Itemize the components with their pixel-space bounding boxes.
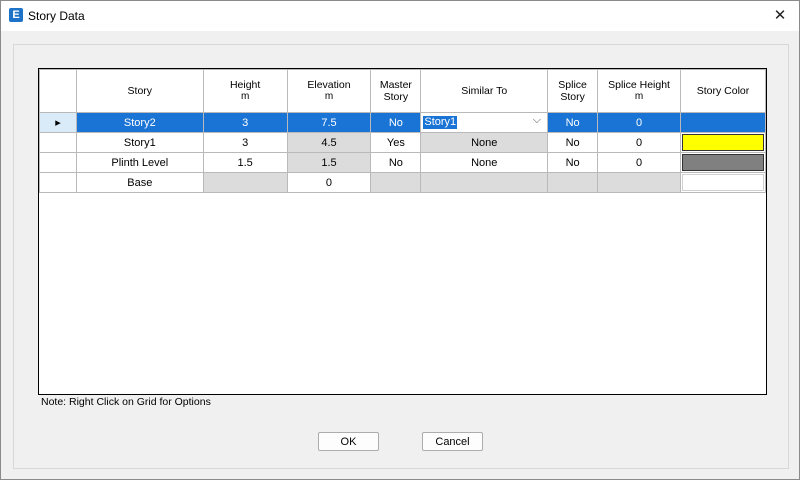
cell-splice-height[interactable]: 0 <box>597 152 682 173</box>
col-header-story-color[interactable]: Story Color <box>680 69 766 113</box>
cell-master-story[interactable]: No <box>370 112 422 133</box>
col-header-elevation[interactable]: Elevation m <box>286 69 372 113</box>
close-icon: ✕ <box>773 7 787 24</box>
cell-similar-to: None <box>420 132 549 153</box>
color-swatch <box>682 174 764 191</box>
color-swatch <box>682 154 764 171</box>
cell-height[interactable]: 1.5 <box>202 152 288 173</box>
cell-elevation: 1.5 <box>286 152 372 173</box>
row-selector[interactable] <box>39 152 77 173</box>
cell-elevation: 4.5 <box>286 132 372 153</box>
grid-note: Note: Right Click on Grid for Options <box>41 396 211 408</box>
table-row[interactable]: ▸ Story2 3 7.5 No Story1 ⌵ No 0 <box>39 112 766 133</box>
cell-height[interactable]: 3 <box>202 112 288 133</box>
similar-to-value: Story1 <box>423 116 458 129</box>
cell-story-color[interactable] <box>680 172 766 193</box>
table-row[interactable]: Plinth Level 1.5 1.5 No None No 0 <box>39 152 766 173</box>
cell-story-color[interactable] <box>680 112 766 133</box>
etabs-app-icon: E <box>9 8 23 22</box>
cell-splice-story[interactable]: No <box>547 132 599 153</box>
color-swatch <box>682 134 764 151</box>
cell-height <box>202 172 288 193</box>
cell-story[interactable]: Base <box>75 172 204 193</box>
story-data-dialog: E Story Data ✕ Story Height m Elevation m … <box>0 0 800 480</box>
col-header-splice-story[interactable]: Splice Story <box>547 69 599 113</box>
col-header-splice-height[interactable]: Splice Height m <box>597 69 682 113</box>
story-grid[interactable]: Story Height m Elevation m Master Story Si… <box>38 68 767 395</box>
cell-similar-to <box>420 172 549 193</box>
story-table: Story Height m Elevation m Master Story Si… <box>39 69 766 193</box>
cell-splice-story[interactable]: No <box>547 152 599 173</box>
title-bar: E Story Data ✕ <box>1 1 799 31</box>
table-row[interactable]: Base 0 <box>39 172 766 193</box>
header-row: Story Height m Elevation m Master Story Si… <box>39 69 766 113</box>
cell-splice-story <box>547 172 599 193</box>
chevron-down-icon[interactable]: ⌵ <box>533 114 541 127</box>
cell-story-color[interactable] <box>680 132 766 153</box>
cell-similar-to[interactable]: None <box>420 152 549 173</box>
cell-elevation[interactable]: 0 <box>286 172 372 193</box>
color-swatch <box>682 114 764 131</box>
cell-master-story[interactable]: No <box>370 152 422 173</box>
cell-story[interactable]: Plinth Level <box>75 152 204 173</box>
table-row[interactable]: Story1 3 4.5 Yes None No 0 <box>39 132 766 153</box>
corner-header[interactable] <box>39 69 77 113</box>
cell-splice-height[interactable]: 0 <box>597 132 682 153</box>
cancel-button[interactable]: Cancel <box>422 432 483 451</box>
cell-height[interactable]: 3 <box>202 132 288 153</box>
similar-to-dropdown[interactable]: Story1 ⌵ <box>420 112 549 133</box>
row-selector[interactable] <box>39 172 77 193</box>
cell-splice-height[interactable]: 0 <box>597 112 682 133</box>
col-header-master-story[interactable]: Master Story <box>370 69 422 113</box>
cell-elevation: 7.5 <box>286 112 372 133</box>
cell-splice-story[interactable]: No <box>547 112 599 133</box>
window-title: Story Data <box>28 9 85 23</box>
close-button[interactable]: ✕ <box>761 1 799 31</box>
cell-splice-height <box>597 172 682 193</box>
cell-story[interactable]: Story2 <box>75 112 204 133</box>
row-selector[interactable]: ▸ <box>39 112 77 133</box>
col-header-story[interactable]: Story <box>75 69 204 113</box>
cell-master-story <box>370 172 422 193</box>
cell-master-story[interactable]: Yes <box>370 132 422 153</box>
cell-story-color[interactable] <box>680 152 766 173</box>
col-header-height[interactable]: Height m <box>202 69 288 113</box>
col-header-similar-to[interactable]: Similar To <box>420 69 549 113</box>
cell-story[interactable]: Story1 <box>75 132 204 153</box>
row-selector[interactable] <box>39 132 77 153</box>
ok-button[interactable]: OK <box>318 432 379 451</box>
